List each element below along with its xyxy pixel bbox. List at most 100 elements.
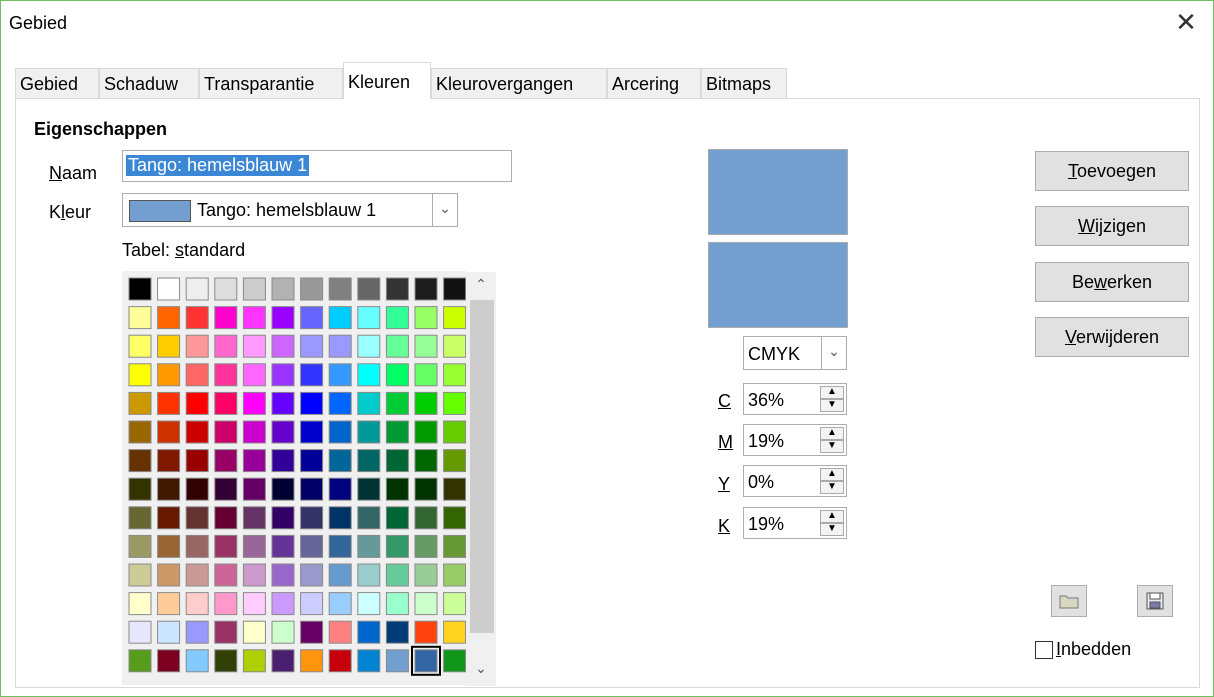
palette-swatch[interactable] xyxy=(271,277,295,301)
palette-swatch[interactable] xyxy=(328,449,352,473)
palette-swatch[interactable] xyxy=(385,649,409,673)
palette-swatch[interactable] xyxy=(357,620,381,644)
palette-swatch[interactable] xyxy=(443,620,467,644)
palette-swatch[interactable] xyxy=(271,420,295,444)
palette-swatch[interactable] xyxy=(357,306,381,330)
palette-swatch[interactable] xyxy=(157,334,181,358)
increment-icon[interactable]: ▲ xyxy=(820,468,844,481)
scroll-up-icon[interactable]: ⌃ xyxy=(466,276,496,293)
palette-swatch[interactable] xyxy=(242,563,266,587)
palette-swatch[interactable] xyxy=(157,277,181,301)
palette-swatch[interactable] xyxy=(385,534,409,558)
palette-swatch[interactable] xyxy=(328,306,352,330)
palette-swatch[interactable] xyxy=(328,391,352,415)
palette-swatch[interactable] xyxy=(385,363,409,387)
tab-kleuren[interactable]: Kleuren xyxy=(343,62,431,99)
palette-swatch[interactable] xyxy=(185,592,209,616)
palette-swatch[interactable] xyxy=(157,592,181,616)
palette-swatch[interactable] xyxy=(214,534,238,558)
palette-swatch[interactable] xyxy=(214,477,238,501)
palette-swatch[interactable] xyxy=(300,506,324,530)
tab-transparantie[interactable]: Transparantie xyxy=(199,68,343,98)
palette-swatch[interactable] xyxy=(328,477,352,501)
decrement-icon[interactable]: ▼ xyxy=(820,440,844,453)
palette-swatch[interactable] xyxy=(185,449,209,473)
palette-swatch[interactable] xyxy=(214,420,238,444)
palette-swatch[interactable] xyxy=(185,563,209,587)
palette-swatch[interactable] xyxy=(300,620,324,644)
palette-swatch[interactable] xyxy=(328,334,352,358)
palette-swatch[interactable] xyxy=(357,477,381,501)
load-palette-button[interactable] xyxy=(1051,585,1087,617)
palette-swatch[interactable] xyxy=(385,277,409,301)
save-palette-button[interactable] xyxy=(1137,585,1173,617)
palette-swatch[interactable] xyxy=(357,563,381,587)
palette-swatch[interactable] xyxy=(157,363,181,387)
palette-swatch[interactable] xyxy=(443,477,467,501)
palette-swatch[interactable] xyxy=(185,620,209,644)
decrement-icon[interactable]: ▼ xyxy=(820,481,844,494)
palette-swatch[interactable] xyxy=(300,334,324,358)
palette-swatch[interactable] xyxy=(328,506,352,530)
chevron-down-icon[interactable]: ⌄ xyxy=(432,194,457,226)
palette-swatch[interactable] xyxy=(328,649,352,673)
palette-swatch[interactable] xyxy=(357,363,381,387)
palette-swatch[interactable] xyxy=(157,449,181,473)
decrement-icon[interactable]: ▼ xyxy=(820,399,844,412)
palette-swatch[interactable] xyxy=(185,363,209,387)
edit-button[interactable]: Bewerken xyxy=(1035,262,1189,302)
color-select[interactable]: Tango: hemelsblauw 1 ⌄ xyxy=(122,193,458,227)
palette-swatch[interactable] xyxy=(357,420,381,444)
palette-swatch[interactable] xyxy=(157,506,181,530)
palette-swatch[interactable] xyxy=(414,534,438,558)
palette-swatch[interactable] xyxy=(300,477,324,501)
palette-swatch[interactable] xyxy=(300,277,324,301)
palette-swatch[interactable] xyxy=(242,477,266,501)
palette-swatch[interactable] xyxy=(385,420,409,444)
palette-swatch[interactable] xyxy=(242,620,266,644)
palette-swatch[interactable] xyxy=(328,534,352,558)
increment-icon[interactable]: ▲ xyxy=(820,427,844,440)
palette-swatch[interactable] xyxy=(128,306,152,330)
palette-swatch[interactable] xyxy=(271,592,295,616)
palette-swatch[interactable] xyxy=(157,563,181,587)
add-button[interactable]: Toevoegen xyxy=(1035,151,1189,191)
palette-swatch[interactable] xyxy=(414,334,438,358)
palette-swatch[interactable] xyxy=(443,277,467,301)
palette-swatch[interactable] xyxy=(328,420,352,444)
palette-swatch[interactable] xyxy=(214,391,238,415)
palette-swatch[interactable] xyxy=(271,649,295,673)
palette-swatch[interactable] xyxy=(185,391,209,415)
palette-swatch[interactable] xyxy=(242,534,266,558)
palette-swatch[interactable] xyxy=(443,449,467,473)
chevron-down-icon[interactable]: ⌄ xyxy=(821,337,846,369)
increment-icon[interactable]: ▲ xyxy=(820,510,844,523)
palette-swatch[interactable] xyxy=(271,620,295,644)
palette-swatch[interactable] xyxy=(414,420,438,444)
palette-swatch[interactable] xyxy=(443,306,467,330)
palette-swatch[interactable] xyxy=(214,334,238,358)
palette-swatch[interactable] xyxy=(214,449,238,473)
palette-swatch[interactable] xyxy=(357,534,381,558)
palette-swatch[interactable] xyxy=(414,592,438,616)
palette-swatch[interactable] xyxy=(414,620,438,644)
palette-swatch[interactable] xyxy=(157,391,181,415)
palette-swatch[interactable] xyxy=(157,649,181,673)
palette-swatch[interactable] xyxy=(242,592,266,616)
palette-swatch[interactable] xyxy=(128,620,152,644)
palette-swatch[interactable] xyxy=(357,391,381,415)
palette-swatch[interactable] xyxy=(157,306,181,330)
palette-swatch[interactable] xyxy=(128,506,152,530)
palette-swatch[interactable] xyxy=(242,649,266,673)
palette-swatch[interactable] xyxy=(271,506,295,530)
palette-swatch[interactable] xyxy=(300,306,324,330)
palette-swatch[interactable] xyxy=(157,620,181,644)
tab-gebied[interactable]: Gebied xyxy=(15,68,99,98)
color-model-select[interactable]: CMYK ⌄ xyxy=(743,336,847,370)
yellow-spinbox[interactable]: 0% ▲ ▼ xyxy=(743,465,847,497)
palette-swatch[interactable] xyxy=(271,306,295,330)
palette-swatch[interactable] xyxy=(185,649,209,673)
palette-swatch[interactable] xyxy=(128,477,152,501)
palette-swatch[interactable] xyxy=(242,391,266,415)
palette-swatch[interactable] xyxy=(328,363,352,387)
